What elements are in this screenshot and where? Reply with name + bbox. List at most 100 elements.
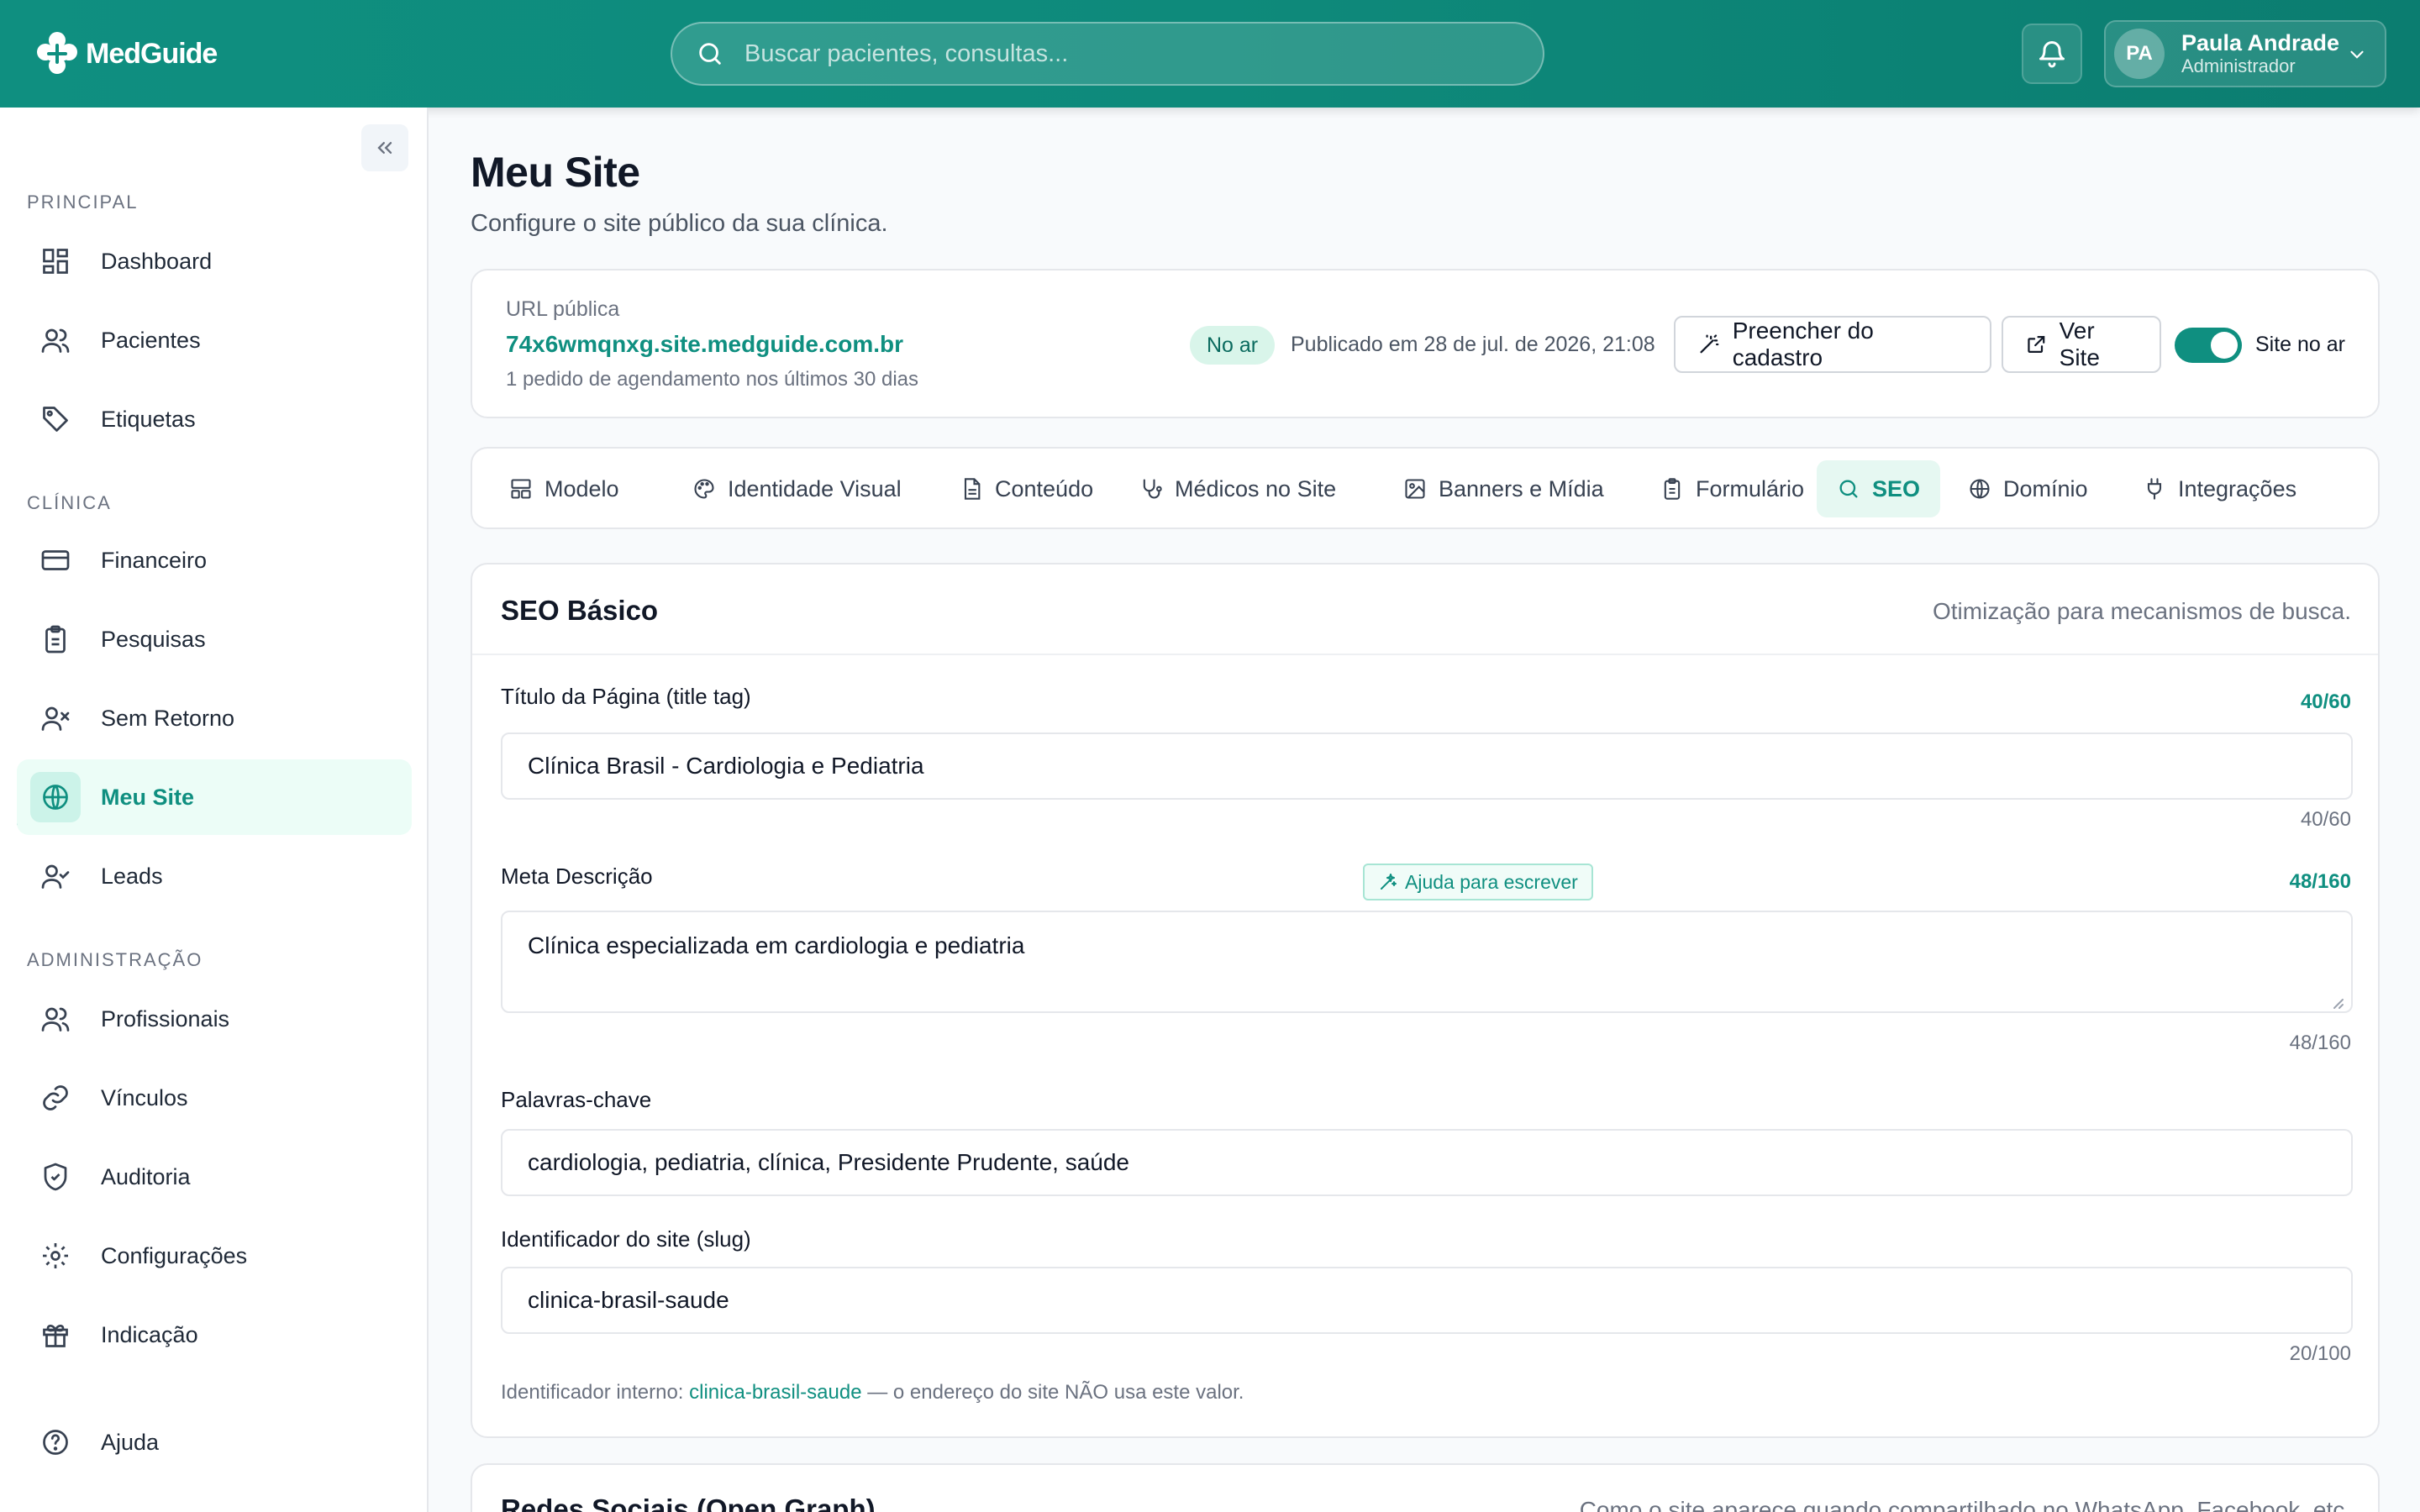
user-role: Administrador (2181, 55, 2296, 76)
status-badge: No ar (1190, 326, 1276, 365)
tab-banners-e-midia[interactable]: Banners e Mídia (1383, 460, 1624, 517)
tab-label: Domínio (2003, 475, 2088, 501)
view-site-button[interactable]: Ver Site (2002, 316, 2161, 373)
slug-counter: 20/100 (2289, 1342, 2351, 1365)
meta-description-counter-bottom: 48/160 (2289, 1032, 2351, 1054)
app-name: MedGuide (86, 37, 218, 70)
sidebar-item-label: Etiquetas (101, 406, 196, 432)
globe-icon (43, 785, 68, 810)
page-title: Meu Site (471, 149, 640, 196)
page-title-counter-bottom: 40/60 (2300, 808, 2351, 831)
collapse-sidebar-button[interactable] (361, 124, 408, 171)
page-title-input[interactable] (501, 732, 2353, 800)
app-logo[interactable]: MedGuide (32, 27, 218, 81)
sidebar-item-sem-retorno[interactable]: Sem Retorno (17, 680, 412, 756)
magic-wand-icon (1700, 334, 1719, 354)
users-icon (41, 1007, 70, 1032)
sidebar-item-vinculos[interactable]: Vínculos (17, 1060, 412, 1136)
sidebar-item-leads[interactable]: Leads (17, 838, 412, 914)
keywords-label: Palavras-chave (501, 1087, 652, 1112)
tab-label: Identidade Visual (728, 475, 902, 501)
public-url-card: URL pública 74x6wmqnxg.site.medguide.com… (471, 269, 2380, 418)
slug-code: clinica-brasil-saude (689, 1381, 862, 1404)
slug-note: Identificador interno: clinica-brasil-sa… (501, 1381, 1244, 1404)
gear-icon (43, 1243, 68, 1268)
search-bar[interactable] (671, 22, 1544, 86)
sidebar: PRINCIPAL Dashboard Pacientes Etiquetas … (0, 108, 429, 1512)
tab-modelo[interactable]: Modelo (489, 460, 639, 517)
sidebar-item-dashboard[interactable]: Dashboard (17, 223, 412, 299)
public-url-link[interactable]: 74x6wmqnxg.site.medguide.com.br (506, 331, 903, 358)
tab-dominio[interactable]: Domínio (1948, 460, 2108, 517)
sidebar-item-label: Meu Site (101, 784, 195, 810)
seo-card-header: SEO Básico Otimização para mecanismos de… (472, 564, 2378, 655)
sidebar-item-financeiro[interactable]: Financeiro (17, 522, 412, 598)
open-graph-card: Redes Sociais (Open Graph) Como o site a… (471, 1463, 2380, 1512)
sidebar-item-label: Dashboard (101, 248, 213, 274)
writing-help-label: Ajuda para escrever (1405, 870, 1578, 893)
slug-input[interactable] (501, 1267, 2353, 1334)
meta-description-counter: 48/160 (2289, 870, 2351, 893)
tab-label: Conteúdo (995, 475, 1094, 501)
toggle-knob (2211, 332, 2238, 359)
help-circle-icon (43, 1430, 68, 1455)
medguide-logo-icon (37, 32, 77, 74)
sparkles-icon (1381, 874, 1397, 890)
tab-seo[interactable]: SEO (1817, 460, 1941, 517)
sidebar-item-label: Sem Retorno (101, 705, 235, 731)
site-online-toggle[interactable] (2175, 328, 2242, 363)
sidebar-item-label: Pacientes (101, 327, 201, 353)
tab-medicos-no-site[interactable]: Médicos no Site (1119, 460, 1356, 517)
sidebar-item-pacientes[interactable]: Pacientes (17, 302, 412, 378)
sidebar-item-label: Profissionais (101, 1005, 230, 1032)
user-name: Paula Andrade (2181, 30, 2340, 55)
image-icon (1405, 479, 1425, 499)
writing-help-button[interactable]: Ajuda para escrever (1363, 864, 1593, 900)
sidebar-item-configuracoes[interactable]: Configurações (17, 1218, 412, 1294)
site-settings-tabs: Modelo Identidade Visual Conteúdo Médico… (471, 447, 2380, 529)
sidebar-item-pesquisas[interactable]: Pesquisas (17, 601, 412, 677)
palette-icon (694, 479, 714, 499)
clipboard-icon (1664, 478, 1681, 500)
bell-icon (2039, 41, 2065, 68)
sidebar-item-profissionais[interactable]: Profissionais (17, 981, 412, 1057)
tab-label: SEO (1872, 475, 1921, 501)
sidebar-item-etiquetas[interactable]: Etiquetas (17, 381, 412, 457)
og-description: Como o site aparece quando compartilhado… (1579, 1497, 2351, 1512)
fill-from-profile-button[interactable]: Preencher do cadastro (1674, 316, 1991, 373)
sidebar-item-label: Auditoria (101, 1163, 191, 1189)
meta-description-textarea[interactable]: Clínica especializada em cardiologia e p… (501, 911, 2353, 1013)
link-icon (43, 1085, 68, 1110)
seo-basic-card: SEO Básico Otimização para mecanismos de… (471, 563, 2380, 1438)
sidebar-item-meu-site[interactable]: Meu Site (17, 759, 412, 835)
chevron-down-icon (2350, 50, 2364, 59)
user-menu[interactable]: PA Paula Andrade Administrador (2104, 20, 2386, 87)
tab-label: Banners e Mídia (1439, 475, 1604, 501)
chevrons-left-icon (377, 142, 392, 154)
tab-integracoes[interactable]: Integrações (2123, 460, 2317, 517)
keywords-input[interactable] (501, 1129, 2353, 1196)
view-site-label: Ver Site (2059, 318, 2100, 370)
avatar: PA (2114, 29, 2165, 79)
sidebar-item-indicacao[interactable]: Indicação (17, 1297, 412, 1373)
search-input[interactable] (744, 39, 1501, 68)
topbar: MedGuide PA Paula Andrade Administrador (0, 0, 2420, 108)
resize-handle-icon[interactable] (2329, 995, 2344, 1010)
sidebar-item-auditoria[interactable]: Auditoria (17, 1139, 412, 1215)
sidebar-item-ajuda[interactable]: Ajuda (17, 1404, 412, 1480)
tab-identidade-visual[interactable]: Identidade Visual (672, 460, 922, 517)
appointment-requests-note: 1 pedido de agendamento nos últimos 30 d… (506, 368, 919, 391)
sidebar-section-administracao: ADMINISTRAÇÃO (27, 949, 203, 970)
gift-icon (43, 1324, 68, 1347)
tab-formulario[interactable]: Formulário (1640, 460, 1824, 517)
notifications-button[interactable] (2022, 24, 2082, 84)
sidebar-item-label: Leads (101, 863, 163, 889)
external-link-icon (2028, 336, 2045, 353)
published-date: Publicado em 28 de jul. de 2026, 21:08 (1291, 333, 1655, 356)
search-icon (1839, 480, 1858, 498)
seo-description: Otimização para mecanismos de busca. (1933, 598, 2351, 624)
clipboard-icon (45, 625, 66, 654)
tab-label: Médicos no Site (1175, 475, 1337, 501)
tab-conteudo[interactable]: Conteúdo (939, 460, 1113, 517)
sidebar-item-label: Pesquisas (101, 626, 206, 652)
